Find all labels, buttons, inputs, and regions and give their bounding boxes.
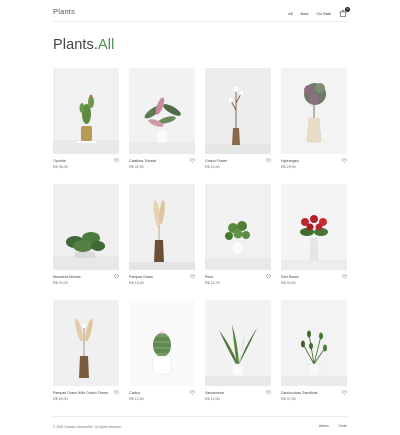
heart-icon[interactable] <box>266 390 271 395</box>
pilea-plant-icon <box>205 184 271 270</box>
product-card[interactable]: Opuntia R$ 35,00 <box>53 68 119 169</box>
pampas-cotton-icon <box>53 300 119 386</box>
heart-icon[interactable] <box>342 274 347 279</box>
nav-link-on-sale[interactable]: On Sale <box>317 11 331 16</box>
product-name[interactable]: Hydrangea <box>281 159 299 163</box>
heart-icon[interactable] <box>114 390 119 395</box>
product-price: R$ 29,00 <box>281 165 296 169</box>
product-image[interactable] <box>53 184 119 270</box>
product-card[interactable]: Red Roses R$ 44,00 <box>281 184 347 285</box>
product-name[interactable]: Red Roses <box>281 275 299 279</box>
cart-count-badge: 0 <box>345 7 350 12</box>
pampas-grass-icon <box>129 184 195 270</box>
product-image[interactable] <box>129 300 195 386</box>
product-price: R$ 10,00 <box>205 165 220 169</box>
product-price: R$ 12,50 <box>129 397 144 401</box>
product-name[interactable]: Monstera Minima <box>53 275 81 279</box>
main-nav: All New On Sale 0 <box>280 7 350 17</box>
sansevieria-plant-icon <box>205 300 271 386</box>
site-header: Plants All New On Sale 0 <box>53 0 350 22</box>
footer-link-admin[interactable]: Admin <box>319 424 329 428</box>
copyright-text: © 2020 Gustavo Mompellim · All rights re… <box>53 425 121 429</box>
heart-icon[interactable] <box>114 274 119 279</box>
product-price: R$ 35,00 <box>53 165 68 169</box>
heart-icon[interactable] <box>114 158 119 163</box>
footer-links: Admin Code <box>309 424 347 428</box>
cactus-pot-icon <box>129 300 195 386</box>
product-price: R$ 32,90 <box>129 165 144 169</box>
product-image[interactable] <box>53 300 119 386</box>
product-card[interactable]: Pampas Grass R$ 15,40 <box>129 184 195 285</box>
footer-link-code[interactable]: Code <box>339 424 347 428</box>
product-image[interactable] <box>205 184 271 270</box>
product-card[interactable]: Zamioculcas Zamiifolia R$ 37,90 <box>281 300 347 401</box>
cotton-stem-icon <box>205 68 271 154</box>
product-image[interactable] <box>281 300 347 386</box>
product-price: R$ 15,40 <box>129 281 144 285</box>
product-price: R$ 20,00 <box>53 397 68 401</box>
heart-icon[interactable] <box>266 158 271 163</box>
red-roses-icon <box>281 184 347 270</box>
hydrangea-flower-icon <box>281 68 347 154</box>
product-price: R$ 20,00 <box>53 281 68 285</box>
heart-icon[interactable] <box>342 390 347 395</box>
heart-icon[interactable] <box>190 158 195 163</box>
zz-plant-icon <box>281 300 347 386</box>
product-name[interactable]: Zamioculcas Zamiifolia <box>281 391 318 395</box>
product-card[interactable]: Hydrangea R$ 29,00 <box>281 68 347 169</box>
site-footer: © 2020 Gustavo Mompellim · All rights re… <box>53 416 347 435</box>
heart-icon[interactable] <box>342 158 347 163</box>
product-price: R$ 37,90 <box>281 397 296 401</box>
nav-link-new[interactable]: New <box>301 11 309 16</box>
product-card[interactable]: Sansevieria R$ 12,00 <box>205 300 271 401</box>
nav-link-all[interactable]: All <box>288 11 292 16</box>
product-card[interactable]: Pilea R$ 13,75 <box>205 184 271 285</box>
product-name[interactable]: Pampas Grass <box>129 275 153 279</box>
product-image[interactable] <box>281 68 347 154</box>
product-image[interactable] <box>129 184 195 270</box>
page-title: Plants.All <box>53 37 114 53</box>
heart-icon[interactable] <box>190 390 195 395</box>
product-image[interactable] <box>53 68 119 154</box>
product-name[interactable]: Calathea Triostar <box>129 159 156 163</box>
product-name[interactable]: Sansevieria <box>205 391 224 395</box>
page-title-main: Plants. <box>53 37 99 53</box>
product-name[interactable]: Cotton Flower <box>205 159 227 163</box>
product-price: R$ 12,00 <box>205 397 220 401</box>
cart-button[interactable]: 0 <box>339 7 350 17</box>
product-card[interactable]: Monstera Minima R$ 20,00 <box>53 184 119 285</box>
product-name[interactable]: Pampas Grass With Cotton Flower <box>53 391 108 395</box>
product-price: R$ 44,00 <box>281 281 296 285</box>
product-card[interactable]: Cactus R$ 12,50 <box>129 300 195 401</box>
product-image[interactable] <box>281 184 347 270</box>
calathea-plant-icon <box>129 68 195 154</box>
product-image[interactable] <box>205 300 271 386</box>
product-price: R$ 13,75 <box>205 281 220 285</box>
product-name[interactable]: Opuntia <box>53 159 66 163</box>
product-card[interactable]: Pampas Grass With Cotton Flower R$ 20,00 <box>53 300 119 401</box>
product-name[interactable]: Pilea <box>205 275 213 279</box>
product-name[interactable]: Cactus <box>129 391 140 395</box>
heart-icon[interactable] <box>266 274 271 279</box>
product-card[interactable]: Cotton Flower R$ 10,00 <box>205 68 271 169</box>
product-image[interactable] <box>205 68 271 154</box>
product-card[interactable]: Calathea Triostar R$ 32,90 <box>129 68 195 169</box>
monstera-plant-icon <box>53 184 119 270</box>
site-logo[interactable]: Plants <box>53 7 75 16</box>
cactus-plant-icon <box>53 68 119 154</box>
heart-icon[interactable] <box>190 274 195 279</box>
product-image[interactable] <box>129 68 195 154</box>
page-title-accent: All <box>98 37 115 53</box>
